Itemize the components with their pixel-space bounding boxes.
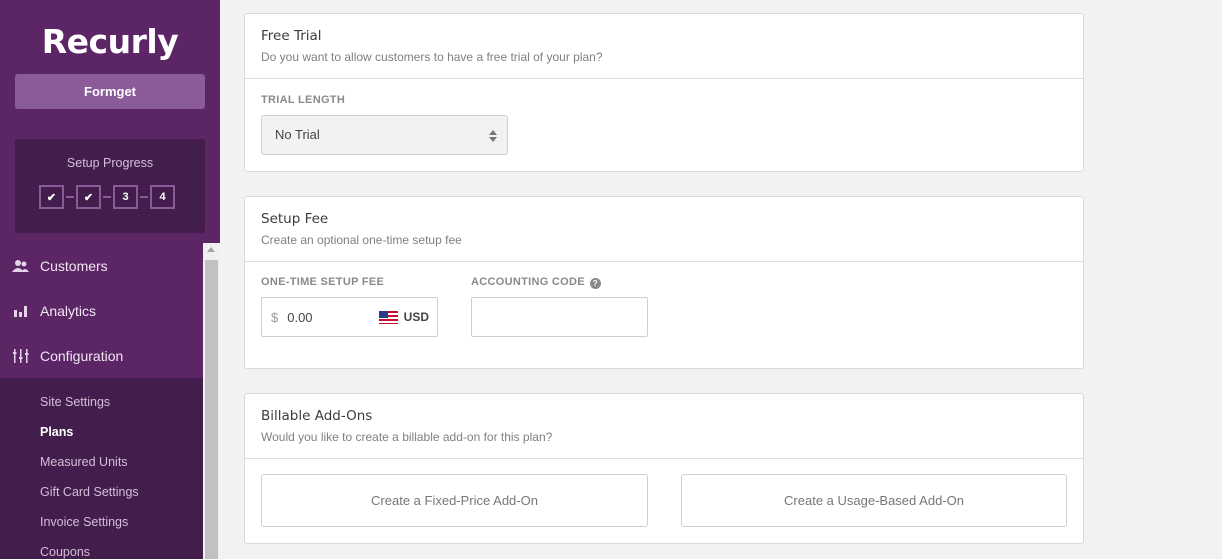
trial-length-label: TRIAL LENGTH — [261, 94, 346, 106]
card-title: Setup Fee — [261, 211, 329, 227]
sidebar: Recurly Formget Setup Progress ✔ ✔ 3 4 C… — [0, 0, 220, 559]
recurly-logo[interactable]: Recurly — [0, 22, 220, 61]
accounting-code-input[interactable] — [471, 297, 648, 337]
setup-fee-value[interactable]: 0.00 — [287, 310, 378, 325]
setup-fee-label: ONE-TIME SETUP FEE — [261, 276, 385, 288]
card-header: Free Trial Do you want to allow customer… — [245, 14, 1083, 79]
setup-progress: Setup Progress ✔ ✔ 3 4 — [15, 139, 205, 233]
setup-progress-title: Setup Progress — [66, 156, 154, 170]
create-usage-based-addon-button[interactable]: Create a Usage-Based Add-On — [681, 474, 1067, 527]
customers-icon — [12, 259, 30, 273]
card-subtitle: Do you want to allow customers to have a… — [261, 50, 603, 64]
help-icon[interactable]: ? — [589, 278, 601, 289]
step-1[interactable]: ✔ — [39, 185, 64, 209]
scroll-thumb[interactable] — [205, 260, 218, 559]
step-2[interactable]: ✔ — [76, 185, 101, 209]
free-trial-card: Free Trial Do you want to allow customer… — [244, 13, 1084, 172]
sidebar-scrollbar[interactable] — [203, 243, 220, 559]
scroll-up-arrow-icon[interactable] — [207, 247, 215, 252]
accounting-code-label: ACCOUNTING CODE — [471, 276, 585, 288]
nav-label: Configuration — [40, 347, 124, 364]
setup-steps: ✔ ✔ 3 4 — [39, 185, 175, 209]
card-subtitle: Create an optional one-time setup fee — [261, 233, 462, 247]
step-divider — [140, 196, 148, 198]
subnav-item-measured-units[interactable]: Measured Units — [40, 455, 128, 469]
site-switcher-button[interactable]: Formget — [15, 74, 205, 109]
subnav-item-site-settings[interactable]: Site Settings — [40, 395, 110, 409]
nav-item-configuration[interactable]: Configuration — [0, 333, 204, 378]
step-4[interactable]: 4 — [150, 185, 175, 209]
step-divider — [66, 196, 74, 198]
configuration-subnav: Site Settings Plans Measured Units Gift … — [0, 378, 204, 559]
nav-item-customers[interactable]: Customers — [0, 243, 204, 288]
us-flag-icon — [378, 310, 398, 324]
analytics-icon — [12, 304, 30, 318]
configuration-icon — [12, 348, 30, 363]
select-arrows-icon — [489, 130, 497, 142]
nav-label: Analytics — [40, 302, 97, 319]
currency-code: USD — [403, 310, 429, 324]
card-subtitle: Would you like to create a billable add-… — [261, 430, 553, 444]
currency-symbol: $ — [271, 309, 279, 325]
subnav-item-invoice-settings[interactable]: Invoice Settings — [40, 515, 128, 529]
card-title: Free Trial — [261, 28, 322, 44]
billable-addons-card: Billable Add-Ons Would you like to creat… — [244, 393, 1084, 544]
trial-length-select[interactable]: No Trial — [261, 115, 508, 155]
card-header: Setup Fee Create an optional one-time se… — [245, 197, 1083, 262]
setup-fee-input[interactable]: $ 0.00 USD — [261, 297, 438, 337]
subnav-item-gift-card-settings[interactable]: Gift Card Settings — [40, 485, 139, 499]
setup-fee-card: Setup Fee Create an optional one-time se… — [244, 196, 1084, 369]
subnav-item-coupons[interactable]: Coupons — [40, 545, 90, 559]
card-header: Billable Add-Ons Would you like to creat… — [245, 394, 1083, 459]
accounting-code-label-wrap: ACCOUNTING CODE? — [471, 276, 601, 289]
subnav-item-plans[interactable]: Plans — [40, 425, 73, 439]
nav-item-analytics[interactable]: Analytics — [0, 288, 204, 333]
trial-length-value: No Trial — [275, 127, 320, 142]
step-3[interactable]: 3 — [113, 185, 138, 209]
step-divider — [103, 196, 111, 198]
main-nav: Customers Analytics Configuration — [0, 243, 204, 378]
create-fixed-price-addon-button[interactable]: Create a Fixed-Price Add-On — [261, 474, 648, 527]
nav-label: Customers — [40, 257, 108, 274]
card-title: Billable Add-Ons — [261, 408, 373, 424]
